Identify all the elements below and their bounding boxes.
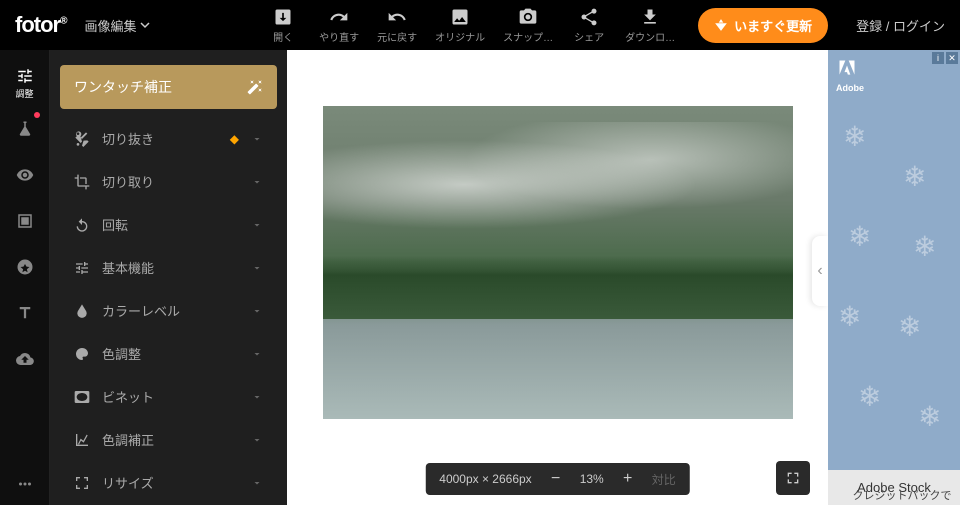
chevron-down-icon: [251, 305, 263, 317]
diamond-icon: [714, 18, 728, 32]
chevron-down-icon: [251, 477, 263, 489]
canvas-area[interactable]: 4000px × 2666px − 13% + 対比 ‹: [287, 50, 828, 505]
open-button[interactable]: 開く: [265, 7, 301, 44]
star-icon: [16, 258, 34, 276]
nav-rail: 調整: [0, 50, 50, 505]
panel-rotate[interactable]: 回転: [60, 203, 277, 246]
zoom-in-button[interactable]: +: [618, 469, 638, 489]
chevron-down-icon: [251, 176, 263, 188]
nav-text[interactable]: [0, 292, 50, 334]
login-link[interactable]: 登録 / ログイン: [856, 16, 945, 35]
redo-button[interactable]: やり直す: [319, 7, 359, 44]
scissors-icon: [74, 131, 90, 147]
notification-dot: [34, 112, 40, 118]
flask-icon: [16, 120, 34, 138]
image-icon: [450, 7, 470, 27]
chevron-down-icon: [251, 434, 263, 446]
curve-icon: [74, 432, 90, 448]
premium-badge: ◆: [230, 132, 239, 146]
download-icon: [640, 7, 660, 27]
chevron-down-icon: [251, 391, 263, 403]
text-icon: [16, 304, 34, 322]
vignette-icon: [74, 389, 90, 405]
nav-adjust[interactable]: 調整: [0, 62, 50, 104]
original-button[interactable]: オリジナル: [435, 7, 485, 44]
redo-icon: [329, 7, 349, 27]
droplet-icon: [74, 303, 90, 319]
image-preview: [323, 106, 793, 419]
sliders-icon: [16, 67, 34, 85]
cloud-upload-icon: [16, 350, 34, 368]
ad-sidebar: i ✕ Adobe ❄ ❄ ❄ ❄ ❄ ❄ ❄ ❄ Adobe Stock クレ…: [828, 50, 960, 505]
chevron-down-icon: [140, 20, 150, 30]
toolbar: 開く やり直す 元に戻す オリジナル スナップ… シェア ダウンロ…: [265, 7, 675, 44]
adjust-panel: ワンタッチ補正 切り抜き ◆ 切り取り 回転 基本機能 カラーレベル: [50, 50, 287, 505]
undo-button[interactable]: 元に戻す: [377, 7, 417, 44]
chevron-down-icon: [251, 219, 263, 231]
mode-dropdown[interactable]: 画像編集: [84, 16, 150, 35]
image-dimensions: 4000px × 2666px: [439, 472, 531, 486]
more-icon: [16, 475, 34, 493]
panel-color-adjust[interactable]: 色調整: [60, 332, 277, 375]
ad-product[interactable]: Adobe Stock クレジットパックで: [828, 470, 960, 505]
nav-cloud[interactable]: [0, 338, 50, 380]
tune-icon: [74, 260, 90, 276]
undo-icon: [387, 7, 407, 27]
nav-stickers[interactable]: [0, 246, 50, 288]
share-icon: [579, 7, 599, 27]
status-bar: 4000px × 2666px − 13% + 対比: [425, 463, 689, 495]
crop-icon: [74, 174, 90, 190]
nav-effects[interactable]: [0, 108, 50, 150]
import-icon: [273, 7, 293, 27]
panel-crop[interactable]: 切り抜き ◆: [60, 117, 277, 160]
nav-frames[interactable]: [0, 200, 50, 242]
panel-basic[interactable]: 基本機能: [60, 246, 277, 289]
expand-icon: [785, 470, 801, 486]
zoom-level: 13%: [580, 472, 604, 486]
upgrade-button[interactable]: いますぐ更新: [698, 8, 828, 43]
resize-icon: [74, 475, 90, 491]
wand-icon: [247, 79, 263, 95]
app-logo[interactable]: fotor®: [15, 12, 66, 38]
panel-vignette[interactable]: ビネット: [60, 375, 277, 418]
share-button[interactable]: シェア: [571, 7, 607, 44]
ad-brand-logo: Adobe: [836, 58, 864, 93]
frame-icon: [16, 212, 34, 230]
app-header: fotor® 画像編集 開く やり直す 元に戻す オリジナル スナップ… シェア: [0, 0, 960, 50]
panel-trim[interactable]: 切り取り: [60, 160, 277, 203]
zoom-out-button[interactable]: −: [546, 469, 566, 489]
chevron-down-icon: [251, 133, 263, 145]
panel-resize[interactable]: リサイズ: [60, 461, 277, 504]
rotate-icon: [74, 217, 90, 233]
chevron-down-icon: [251, 262, 263, 274]
ad-info[interactable]: i: [932, 52, 944, 64]
snap-button[interactable]: スナップ…: [503, 7, 553, 44]
ad-close-button[interactable]: ✕: [946, 52, 958, 64]
download-button[interactable]: ダウンロ…: [625, 7, 675, 44]
palette-icon: [74, 346, 90, 362]
camera-icon: [518, 7, 538, 27]
one-tap-enhance[interactable]: ワンタッチ補正: [60, 65, 277, 109]
chevron-down-icon: [251, 348, 263, 360]
fullscreen-button[interactable]: [776, 461, 810, 495]
panel-curves[interactable]: 色調補正: [60, 418, 277, 461]
nav-more[interactable]: [0, 463, 50, 505]
panel-color-level[interactable]: カラーレベル: [60, 289, 277, 332]
collapse-ad-tab[interactable]: ‹: [812, 236, 828, 306]
nav-beauty[interactable]: [0, 154, 50, 196]
eye-icon: [16, 166, 34, 184]
compare-button[interactable]: 対比: [652, 471, 676, 488]
